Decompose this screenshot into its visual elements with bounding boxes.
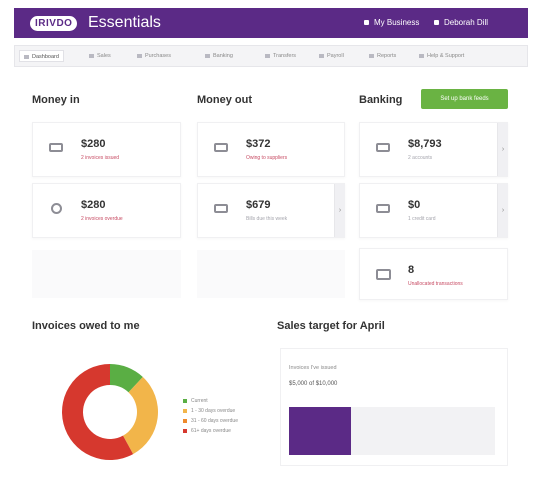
money-out-card[interactable]: $372 Owing to suppliers (197, 122, 345, 177)
target-progress-fill (289, 407, 351, 455)
business-menu-label: My Business (374, 18, 420, 27)
money-in-card[interactable]: $280 2 invoices overdue (32, 183, 181, 238)
nav-tab-purchases[interactable]: Purchases (133, 50, 175, 62)
target-label: Invoices I've issued (289, 365, 337, 371)
purchases-icon (137, 53, 142, 58)
empty-card (197, 250, 345, 298)
chevron-right-icon: › (338, 206, 342, 214)
nav-tab-transfers[interactable]: Transfers (261, 50, 300, 62)
nav-tab-help[interactable]: Help & Support (415, 50, 468, 62)
nav-tab-payroll[interactable]: Payroll (315, 50, 348, 62)
money-out-title: Money out (197, 94, 252, 106)
main-nav: Dashboard Sales Purchases Banking Transf… (14, 45, 528, 67)
card-subtitle: 2 invoices issued (81, 155, 120, 161)
bank-icon (376, 143, 390, 152)
card-subtitle: 2 invoices overdue (81, 216, 123, 222)
product-name: Essentials (88, 14, 161, 31)
target-value[interactable]: $5,000 of $10,000 (289, 381, 337, 387)
nav-tab-label: Sales (97, 53, 111, 59)
chevron-right-icon: › (501, 206, 505, 214)
card-value: 8 (408, 264, 415, 276)
money-in-card[interactable]: $280 2 invoices issued (32, 122, 181, 177)
brand-logo[interactable]: IRIVDO (30, 16, 78, 31)
bill-icon (214, 204, 228, 213)
legend-item: 31 - 60 days overdue (183, 418, 238, 424)
banking-icon (205, 53, 210, 58)
user-icon (434, 20, 439, 26)
nav-tab-dashboard[interactable]: Dashboard (19, 50, 64, 62)
legend-swatch (183, 418, 187, 423)
card-subtitle: Bills due this week (246, 216, 288, 222)
money-out-card[interactable]: $679 Bills due this week › (197, 183, 345, 238)
legend-swatch (183, 428, 187, 433)
help-icon (419, 53, 424, 58)
empty-card (32, 250, 181, 298)
banking-title: Banking (359, 94, 403, 106)
banking-card[interactable]: $8,793 2 accounts › (359, 122, 508, 177)
clock-icon (51, 203, 62, 214)
dashboard-icon (24, 54, 29, 59)
monitor-icon (376, 269, 391, 280)
expand-button[interactable]: › (497, 184, 508, 237)
card-subtitle: 1 credit card (408, 216, 436, 222)
nav-tab-sales[interactable]: Sales (85, 50, 115, 62)
card-value: $280 (81, 199, 106, 211)
nav-tab-label: Reports (377, 53, 397, 59)
nav-tab-label: Purchases (145, 53, 171, 59)
nav-tab-label: Dashboard (32, 54, 59, 60)
legend-label: 61+ days overdue (191, 428, 231, 434)
business-menu[interactable]: My Business (364, 18, 419, 27)
card-value: $0 (408, 199, 421, 211)
legend-label: 1 - 30 days overdue (191, 408, 236, 414)
card-value: $679 (246, 199, 271, 211)
app-header: IRIVDO Essentials My Business Deborah Di… (14, 8, 528, 38)
target-progress-bar (289, 407, 495, 455)
bill-icon (214, 143, 228, 152)
legend-item: 61+ days overdue (183, 428, 231, 434)
reports-icon (369, 53, 374, 58)
card-subtitle: 2 accounts (408, 155, 433, 161)
legend-label: Current (191, 398, 208, 404)
legend-swatch (183, 398, 187, 403)
invoice-icon (49, 143, 63, 152)
card-value: $372 (246, 138, 271, 150)
nav-tab-label: Help & Support (427, 53, 465, 59)
card-value: $280 (81, 138, 106, 150)
chevron-right-icon: › (501, 145, 505, 153)
sales-target-title: Sales target for April (277, 320, 385, 332)
legend-swatch (183, 408, 187, 413)
nav-tab-label: Transfers (273, 53, 297, 59)
invoices-owed-title: Invoices owed to me (32, 320, 140, 332)
banking-card[interactable]: $0 1 credit card › (359, 183, 508, 238)
business-icon (364, 20, 369, 26)
legend-item: 1 - 30 days overdue (183, 408, 235, 414)
card-subtitle: Owing to suppliers (246, 155, 288, 161)
nav-tab-label: Banking (213, 53, 233, 59)
legend-label: 31 - 60 days overdue (191, 418, 238, 424)
payroll-icon (319, 53, 324, 58)
sales-icon (89, 53, 94, 58)
sales-target-panel: Invoices I've issued $5,000 of $10,000 (280, 348, 508, 466)
card-value: $8,793 (408, 138, 442, 150)
invoices-donut-chart (62, 364, 158, 460)
banking-card[interactable]: 8 Unallocated transactions (359, 248, 508, 300)
user-menu[interactable]: Deborah Dill (434, 18, 488, 27)
nav-tab-label: Payroll (327, 53, 344, 59)
user-menu-label: Deborah Dill (444, 18, 489, 27)
money-in-title: Money in (32, 94, 80, 106)
transfers-icon (265, 53, 270, 58)
nav-tab-reports[interactable]: Reports (365, 50, 400, 62)
legend-item: Current (183, 398, 208, 404)
expand-button[interactable]: › (334, 184, 345, 237)
bank-feeds-button[interactable]: Set up bank feeds (421, 89, 508, 109)
card-subtitle: Unallocated transactions (408, 281, 463, 287)
expand-button[interactable]: › (497, 123, 508, 176)
nav-tab-banking[interactable]: Banking (201, 50, 237, 62)
card-icon (376, 204, 390, 213)
